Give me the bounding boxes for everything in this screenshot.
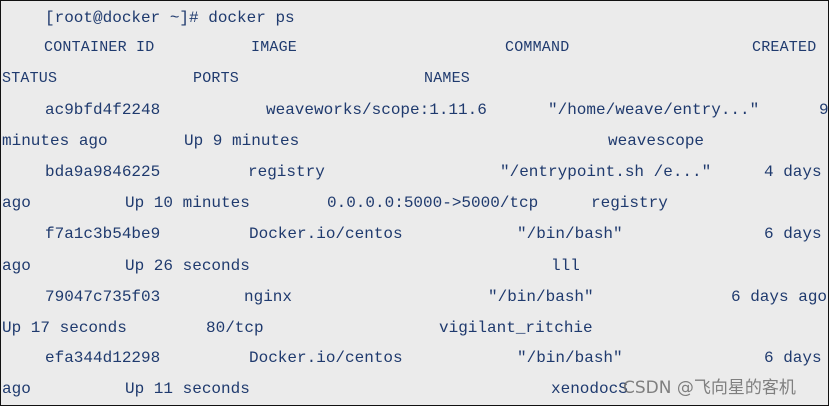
- header-container-id: CONTAINER ID: [44, 39, 155, 56]
- status-text: Up 11 seconds: [125, 380, 250, 398]
- created-text: 6 days ago: [731, 288, 828, 306]
- table-row: bda9a9846225 registry "/entrypoint.sh /e…: [1, 162, 828, 182]
- created-text: ago: [2, 257, 31, 275]
- status-text: Up 26 seconds: [125, 257, 250, 275]
- command-line: [root@docker ~]# docker ps: [1, 8, 828, 28]
- status-text: Up 17 seconds: [2, 319, 127, 337]
- header-image: IMAGE: [251, 39, 298, 56]
- created-text: 9: [819, 101, 829, 119]
- command-text: "/entrypoint.sh /e...": [500, 163, 712, 181]
- shell-prompt: [root@docker ~]# docker ps: [45, 9, 295, 27]
- command-text: "/bin/bash": [517, 225, 623, 243]
- container-id: efa344d12298: [45, 349, 161, 367]
- ports-text: 0.0.0.0:5000->5000/tcp: [327, 194, 539, 212]
- image-name: Docker.io/centos: [249, 225, 403, 243]
- container-names: xenodocS: [551, 380, 628, 398]
- table-row-continuation: Up 17 seconds 80/tcp vigilant_ritchie: [1, 318, 828, 338]
- image-name: Docker.io/centos: [249, 349, 403, 367]
- table-row: efa344d12298 Docker.io/centos "/bin/bash…: [1, 348, 828, 368]
- table-header-row-1: CONTAINER ID IMAGE COMMAND CREATED: [1, 38, 828, 58]
- created-text: 4 days: [764, 163, 822, 181]
- status-text: Up 9 minutes: [184, 132, 300, 150]
- container-id: bda9a9846225: [45, 163, 161, 181]
- status-text: Up 10 minutes: [125, 194, 250, 212]
- container-names: registry: [591, 194, 668, 212]
- container-names: lll: [551, 257, 580, 275]
- image-name: nginx: [244, 288, 293, 306]
- image-name: registry: [248, 163, 325, 181]
- table-row: 79047c735f03 nginx "/bin/bash" 6 days ag…: [1, 287, 828, 307]
- container-id: f7a1c3b54be9: [45, 225, 161, 243]
- container-names: vigilant_ritchie: [439, 319, 593, 337]
- created-text: 6 days: [764, 349, 822, 367]
- created-text: minutes ago: [2, 132, 108, 150]
- command-text: "/home/weave/entry...": [548, 101, 760, 119]
- header-ports: PORTS: [193, 70, 240, 87]
- table-row-continuation: minutes ago Up 9 minutes weavescope: [1, 131, 828, 151]
- terminal-output: [root@docker ~]# docker ps CONTAINER ID …: [0, 0, 829, 406]
- csdn-watermark: CSDN @飞向星的客机: [623, 378, 796, 398]
- header-created: CREATED: [752, 39, 817, 56]
- header-command: COMMAND: [505, 39, 570, 56]
- table-row-continuation: ago Up 26 seconds lll: [1, 256, 828, 276]
- container-names: weavescope: [608, 132, 705, 150]
- image-name: weaveworks/scope:1.11.6: [266, 101, 487, 119]
- container-id: ac9bfd4f2248: [45, 101, 161, 119]
- header-status: STATUS: [2, 70, 58, 87]
- header-names: NAMES: [424, 70, 471, 87]
- command-text: "/bin/bash": [517, 349, 623, 367]
- ports-text: 80/tcp: [206, 319, 264, 337]
- table-row: f7a1c3b54be9 Docker.io/centos "/bin/bash…: [1, 224, 828, 244]
- table-row: ac9bfd4f2248 weaveworks/scope:1.11.6 "/h…: [1, 100, 828, 120]
- container-id: 79047c735f03: [45, 288, 161, 306]
- command-text: "/bin/bash": [488, 288, 594, 306]
- table-row-continuation: ago Up 10 minutes 0.0.0.0:5000->5000/tcp…: [1, 193, 828, 213]
- created-text: ago: [2, 380, 31, 398]
- created-text: 6 days: [764, 225, 822, 243]
- table-header-row-2: STATUS PORTS NAMES: [1, 69, 828, 89]
- created-text: ago: [2, 194, 31, 212]
